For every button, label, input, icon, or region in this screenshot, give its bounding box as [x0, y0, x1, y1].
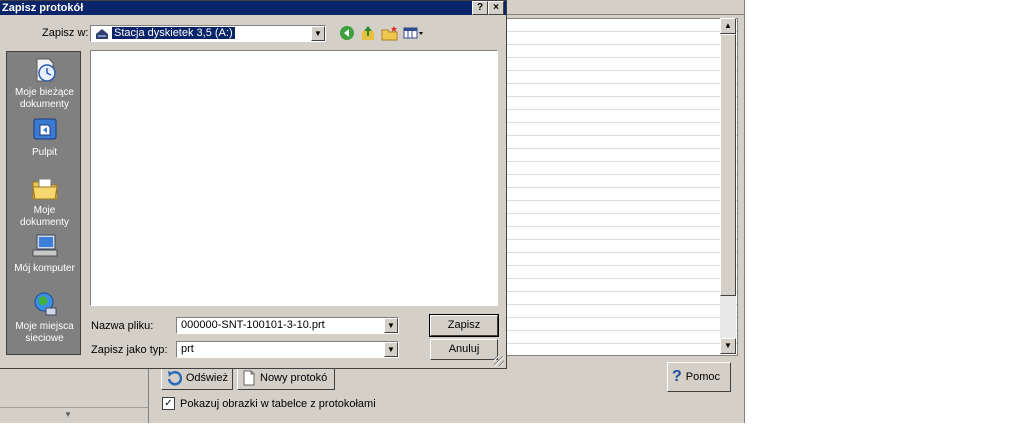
scroll-down-icon[interactable]: ▼ [720, 338, 736, 354]
place-desktop[interactable]: Pulpit [7, 116, 82, 159]
my-computer-icon [32, 234, 57, 257]
table-row[interactable] [507, 175, 737, 188]
table-row[interactable] [507, 292, 737, 305]
table-row[interactable] [507, 71, 737, 84]
chevron-down-icon[interactable]: ▼ [384, 342, 398, 357]
checkbox-box[interactable]: ✓ [162, 397, 175, 410]
help-question-icon: ? [672, 368, 682, 385]
table-row[interactable] [507, 214, 737, 227]
views-menu-icon[interactable] [403, 25, 425, 41]
table-row[interactable] [507, 266, 737, 279]
help-title-button[interactable]: ? [472, 1, 488, 15]
cancel-button[interactable]: Anuluj [430, 339, 498, 360]
filetype-combo[interactable]: prt ▼ [176, 341, 399, 358]
places-bar: Moje bieżące dokumenty Pulpit Moje dokum… [6, 51, 81, 355]
refresh-button-label: Odśwież [185, 372, 228, 384]
show-images-label: Pokazuj obrazki w tabelce z protokołami [180, 397, 376, 410]
save-protocol-dialog: Zapisz protokół ? × Zapisz w: Stacja dys… [0, 0, 507, 369]
refresh-icon [167, 371, 182, 386]
recent-documents-icon [36, 58, 56, 82]
resize-grip[interactable] [494, 356, 504, 366]
table-row[interactable] [507, 84, 737, 97]
help-button-label: Pomoc [685, 371, 721, 383]
network-places-icon [34, 292, 56, 316]
place-label: dokumenty [20, 99, 69, 110]
filename-value[interactable]: 000000-SNT-100101-3-10.prt [181, 319, 325, 331]
help-button[interactable]: ? Pomoc [667, 362, 731, 392]
close-icon[interactable]: × [488, 1, 504, 15]
table-row[interactable] [507, 227, 737, 240]
filename-label: Nazwa pliku: [91, 320, 154, 332]
place-label: Mój komputer [14, 263, 75, 274]
left-panel-footer [0, 407, 148, 424]
table-row[interactable] [507, 318, 737, 331]
place-my-computer[interactable]: Mój komputer [7, 232, 82, 275]
place-label: sieciowe [25, 333, 64, 344]
background-header-strip [506, 0, 744, 15]
table-row[interactable] [507, 305, 737, 318]
table-row[interactable] [507, 253, 737, 266]
chevron-down-icon[interactable]: ▼ [311, 26, 325, 41]
place-label: Pulpit [31, 147, 57, 158]
table-row[interactable] [507, 97, 737, 110]
table-row[interactable] [507, 32, 737, 45]
table-row[interactable] [507, 201, 737, 214]
chevron-down-icon[interactable]: ▼ [64, 410, 72, 419]
floppy-drive-icon [95, 28, 109, 43]
table-row[interactable] [507, 45, 737, 58]
show-images-checkbox[interactable]: ✓ Pokazuj obrazki w tabelce z protokołam… [162, 397, 376, 410]
table-row[interactable] [507, 110, 737, 123]
file-list-area[interactable] [90, 50, 498, 306]
table-row[interactable] [507, 149, 737, 162]
place-label: dokumenty [20, 217, 69, 228]
dialog-titlebar[interactable]: Zapisz protokół ? × [0, 1, 506, 15]
scroll-up-icon[interactable]: ▲ [720, 18, 736, 34]
table-row[interactable] [507, 19, 737, 32]
table-row[interactable] [507, 58, 737, 71]
place-recent-documents[interactable]: Moje bieżące dokumenty [7, 56, 82, 111]
table-row[interactable] [507, 136, 737, 149]
table-row[interactable] [507, 123, 737, 136]
dialog-title: Zapisz protokół [2, 2, 84, 14]
desktop-icon [33, 118, 56, 140]
filename-combo[interactable]: 000000-SNT-100101-3-10.prt ▼ [176, 317, 399, 334]
place-my-documents[interactable]: Moje dokumenty [7, 174, 82, 229]
protocol-list-scrollbar[interactable]: ▲ ▼ [720, 18, 736, 354]
chevron-down-icon[interactable]: ▼ [384, 318, 398, 333]
table-row[interactable] [507, 279, 737, 292]
table-row[interactable] [507, 240, 737, 253]
place-label: Moje miejsca [15, 321, 74, 332]
scroll-thumb[interactable] [720, 34, 736, 296]
new-protocol-button[interactable]: Nowy protokó [237, 366, 335, 390]
filetype-label: Zapisz jako typ: [91, 344, 168, 356]
new-document-icon [243, 370, 255, 386]
save-button[interactable]: Zapisz [429, 314, 499, 337]
table-row[interactable] [507, 162, 737, 175]
look-in-label: Zapisz w: [42, 27, 89, 39]
table-row[interactable] [507, 188, 737, 201]
protocol-list[interactable] [506, 18, 738, 356]
look-in-value: Stacja dyskietek 3,5 (A:) [112, 27, 235, 39]
place-network[interactable]: Moje miejsca sieciowe [7, 290, 82, 345]
up-folder-icon[interactable] [360, 25, 376, 41]
new-protocol-button-label: Nowy protokó [260, 372, 328, 384]
place-label: Moje bieżące [15, 87, 74, 98]
my-documents-icon [31, 178, 58, 200]
place-label: Moje [33, 205, 56, 216]
table-row[interactable] [507, 331, 737, 344]
filetype-value: prt [181, 343, 194, 355]
look-in-combo[interactable]: Stacja dyskietek 3,5 (A:) ▼ [90, 25, 326, 42]
refresh-button[interactable]: Odśwież [161, 366, 233, 390]
back-icon[interactable] [339, 25, 355, 41]
new-folder-icon[interactable] [381, 25, 398, 41]
